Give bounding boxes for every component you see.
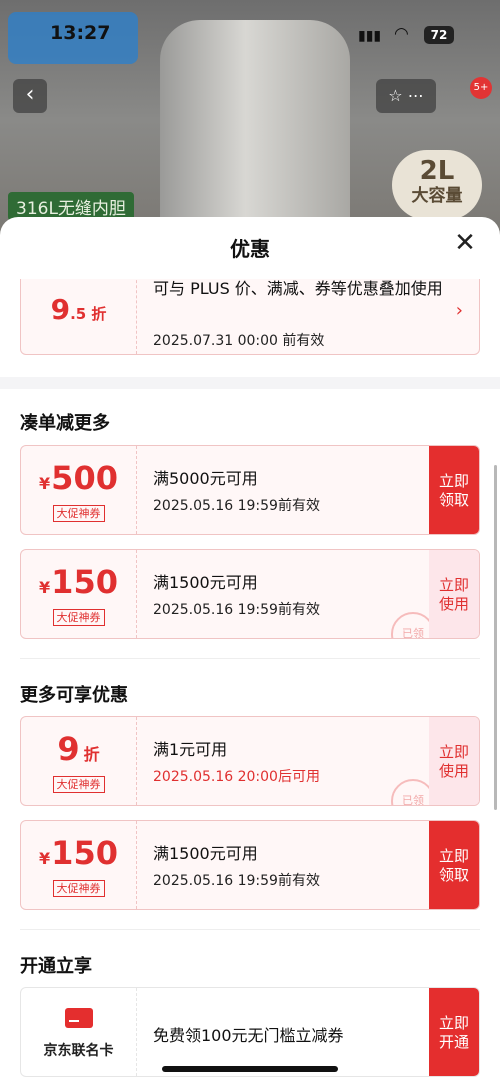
coupon-card[interactable]: ¥150 大促神券 满1500元可用 2025.05.16 19:59前有效 已…: [20, 549, 480, 639]
cart-count-badge: 5+: [470, 77, 492, 99]
currency-symbol: ¥: [39, 849, 51, 868]
activate-button[interactable]: 立即 开通: [429, 988, 479, 1076]
discount-value: 9.5 折: [21, 279, 137, 354]
capacity-value: 2L: [419, 156, 455, 186]
coupon-sheet: 优惠 ✕ 9.5 折 可与 PLUS 价、满减、券等优惠叠加使用 2025.07…: [0, 217, 500, 1084]
jd-card-info: 京东联名卡: [21, 988, 137, 1076]
capacity-label: 大容量: [411, 186, 463, 206]
coupon-value: ¥150 大促神券: [21, 550, 137, 638]
jd-card-name: 京东联名卡: [43, 1043, 114, 1059]
jd-card-offer[interactable]: 京东联名卡 免费领100元无门槛立减券 立即 开通: [20, 987, 480, 1077]
coupon-card[interactable]: ¥500 大促神券 满5000元可用 2025.05.16 19:59前有效 立…: [20, 445, 480, 535]
claim-button-label: 立即 领取: [438, 847, 469, 884]
divider: [20, 658, 480, 659]
section-title: 开通立享: [20, 956, 92, 977]
activate-button-label: 立即 开通: [438, 1014, 469, 1051]
coupon-condition: 满1500元可用: [153, 844, 258, 863]
coupon-condition: 满5000元可用: [153, 469, 258, 488]
coupon-tag: 大促神券: [52, 880, 105, 897]
back-button[interactable]: ‹: [13, 79, 47, 113]
capacity-badge: 2L 大容量: [392, 150, 482, 220]
coupon-value: ¥500 大促神券: [21, 446, 137, 534]
discount-number: 9: [50, 293, 71, 326]
use-button-label: 立即 使用: [438, 743, 469, 780]
claim-button-label: 立即 领取: [438, 472, 469, 509]
coupon-condition: 满1500元可用: [153, 573, 258, 592]
share-button[interactable]: ☆ ⋯: [376, 79, 436, 113]
coupon-value: 9折 大促神券: [21, 717, 137, 805]
coupon-amount: 150: [51, 834, 118, 872]
coupon-tag: 大促神券: [52, 776, 105, 793]
sheet-title: 优惠: [230, 237, 270, 261]
section-separator: [0, 377, 500, 389]
use-button[interactable]: 立即 使用: [429, 717, 479, 805]
section-title: 凑单减更多: [20, 413, 110, 434]
currency-symbol: ¥: [39, 578, 51, 597]
discount-description: 可与 PLUS 价、满减、券等优惠叠加使用: [153, 279, 443, 298]
coupon-date: 2025.05.16 19:59前有效: [153, 873, 320, 889]
coupon-list[interactable]: 9.5 折 可与 PLUS 价、满减、券等优惠叠加使用 2025.07.31 0…: [0, 279, 500, 1084]
claim-button[interactable]: 立即 领取: [429, 446, 479, 534]
currency-symbol: ¥: [39, 474, 51, 493]
claim-button[interactable]: 立即 领取: [429, 821, 479, 909]
credit-card-icon: [64, 1008, 93, 1028]
coupon-date: 2025.05.16 19:59前有效: [153, 602, 320, 618]
scrollbar[interactable]: [494, 465, 497, 810]
coupon-amount: 150: [51, 563, 118, 601]
coupon-amount: 9: [57, 730, 80, 768]
status-time: 13:27: [50, 22, 111, 44]
divider: [20, 929, 480, 930]
coupon-date: 2025.05.16 19:59前有效: [153, 498, 320, 514]
jd-card-description: 免费领100元无门槛立减券: [153, 1026, 344, 1045]
discount-date: 2025.07.31 00:00 前有效: [153, 333, 325, 349]
plus-discount-card[interactable]: 9.5 折 可与 PLUS 价、满减、券等优惠叠加使用 2025.07.31 0…: [20, 279, 480, 355]
coupon-value: ¥150 大促神券: [21, 821, 137, 909]
coupon-amount: 500: [51, 459, 118, 497]
battery-icon: 72: [424, 26, 454, 44]
close-icon[interactable]: ✕: [452, 230, 478, 257]
coupon-date: 2025.05.16 20:00后可用: [153, 769, 320, 785]
coupon-condition: 满1元可用: [153, 740, 228, 759]
status-bar: 13:27 ▮▮▮ ◠ 72: [0, 22, 500, 52]
wifi-icon: ◠: [394, 24, 409, 44]
home-indicator[interactable]: [162, 1066, 338, 1072]
coupon-tag: 大促神券: [52, 505, 105, 522]
discount-unit: .5 折: [70, 305, 107, 323]
coupon-card[interactable]: 9折 大促神券 满1元可用 2025.05.16 20:00后可用 已领 立即 …: [20, 716, 480, 806]
section-title: 更多可享优惠: [20, 685, 128, 706]
coupon-card[interactable]: ¥150 大促神券 满1500元可用 2025.05.16 19:59前有效 立…: [20, 820, 480, 910]
coupon-unit: 折: [83, 745, 100, 764]
cellular-signal-icon: ▮▮▮: [358, 28, 382, 44]
use-button-label: 立即 使用: [438, 576, 469, 613]
coupon-tag: 大促神券: [52, 609, 105, 626]
use-button[interactable]: 立即 使用: [429, 550, 479, 638]
chevron-right-icon: ›: [455, 300, 463, 321]
